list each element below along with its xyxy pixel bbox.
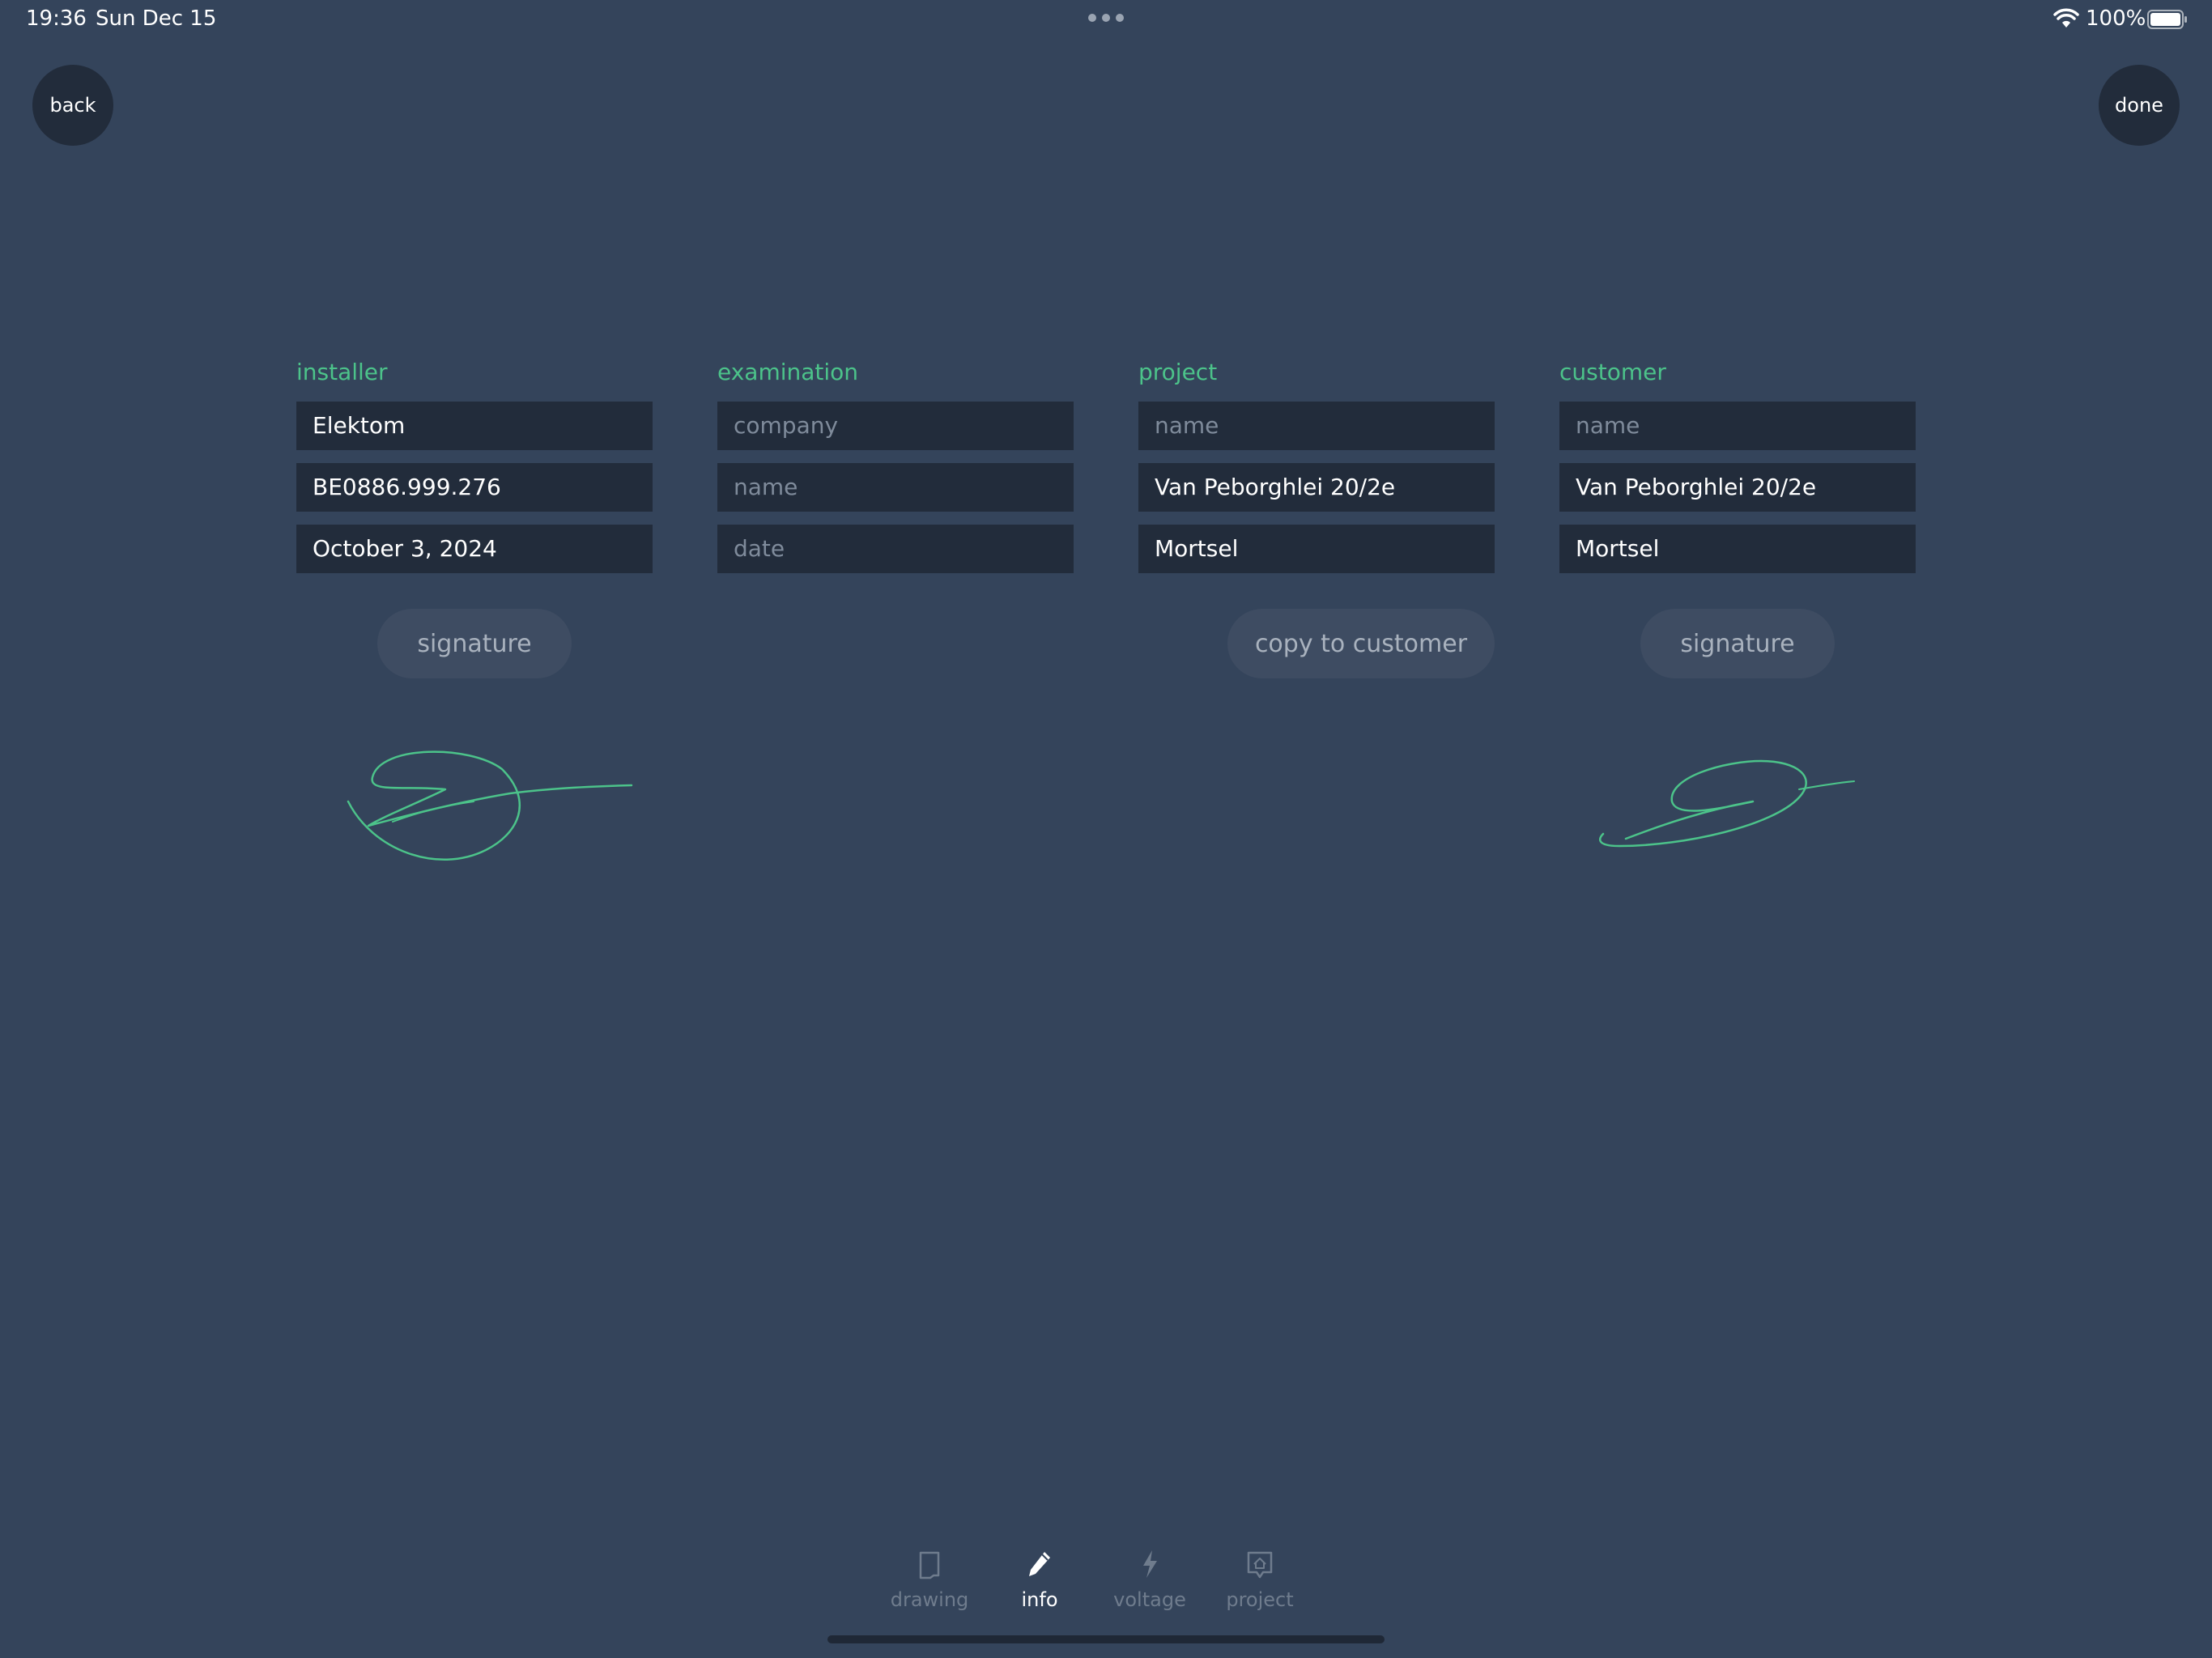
customer-section: customer name Van Peborghlei 20/2e Morts…: [1559, 356, 1916, 586]
tab-drawing[interactable]: drawing: [874, 1548, 985, 1621]
customer-name-field[interactable]: name: [1559, 402, 1916, 450]
examination-title: examination: [717, 359, 859, 385]
project-name-field[interactable]: name: [1138, 402, 1495, 450]
customer-signature-button[interactable]: signature: [1640, 609, 1835, 678]
tab-info[interactable]: info: [985, 1548, 1095, 1621]
customer-title: customer: [1559, 359, 1666, 385]
examination-section: examination company name date: [717, 356, 1074, 586]
status-date: Sun Dec 15: [96, 6, 217, 31]
pencil-icon: [1029, 1552, 1050, 1576]
tab-label: project: [1226, 1588, 1294, 1611]
status-bar: 19:36 Sun Dec 15 100%: [0, 0, 2212, 39]
tab-bar: drawing info voltage project: [874, 1548, 1338, 1621]
status-time: 19:36: [26, 6, 87, 31]
examination-company-field[interactable]: company: [717, 402, 1074, 450]
back-button[interactable]: back: [32, 65, 113, 146]
tab-project[interactable]: project: [1205, 1548, 1315, 1621]
installer-title: installer: [296, 359, 388, 385]
customer-city-field[interactable]: Mortsel: [1559, 525, 1916, 573]
project-section: project name Van Peborghlei 20/2e Mortse…: [1138, 356, 1495, 586]
examination-date-field[interactable]: date: [717, 525, 1074, 573]
customer-address-field[interactable]: Van Peborghlei 20/2e: [1559, 463, 1916, 512]
multitasking-dots-icon[interactable]: [1088, 10, 1124, 26]
battery-icon: [2147, 10, 2187, 29]
house-icon: [1247, 1551, 1273, 1579]
customer-signature-image: [1599, 759, 1855, 848]
installer-section: installer Elektom BE0886.999.276 October…: [296, 356, 653, 586]
installer-signature-button[interactable]: signature: [377, 609, 572, 678]
wifi-icon: [2053, 8, 2079, 28]
done-button[interactable]: done: [2099, 65, 2180, 146]
home-indicator[interactable]: [827, 1635, 1385, 1643]
copy-to-customer-button[interactable]: copy to customer: [1227, 609, 1495, 678]
project-title: project: [1138, 359, 1218, 385]
installer-vat-field[interactable]: BE0886.999.276: [296, 463, 653, 512]
project-city-field[interactable]: Mortsel: [1138, 525, 1495, 573]
tab-label: voltage: [1113, 1588, 1186, 1611]
installer-signature-image: [347, 750, 633, 861]
tab-voltage[interactable]: voltage: [1095, 1548, 1205, 1621]
lightning-icon: [1143, 1550, 1157, 1578]
tablet-icon: [919, 1551, 940, 1579]
project-address-field[interactable]: Van Peborghlei 20/2e: [1138, 463, 1495, 512]
tab-label: drawing: [890, 1588, 969, 1611]
battery-percentage: 100%: [2086, 6, 2146, 31]
examination-name-field[interactable]: name: [717, 463, 1074, 512]
installer-date-field[interactable]: October 3, 2024: [296, 525, 653, 573]
installer-company-field[interactable]: Elektom: [296, 402, 653, 450]
tab-label: info: [1021, 1588, 1058, 1611]
